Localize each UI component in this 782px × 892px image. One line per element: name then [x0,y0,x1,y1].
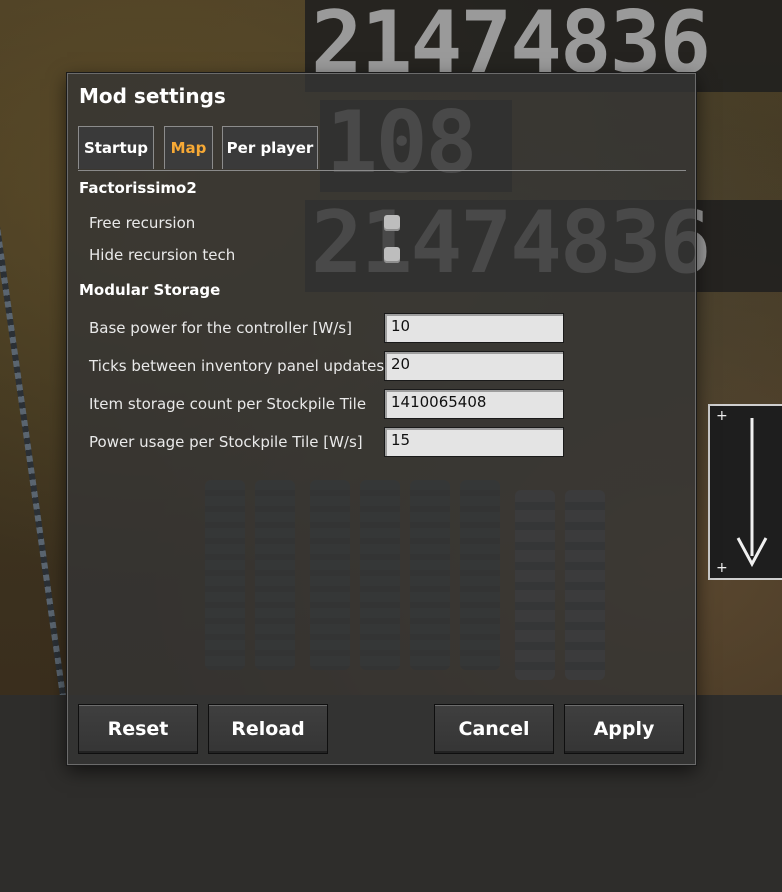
hide-recursion-tech-checkbox[interactable] [384,247,400,263]
section-title-factorissimo2: Factorissimo2 [79,179,197,197]
item-storage-count-input[interactable]: 1410065408 [384,389,564,419]
apply-button[interactable]: Apply [564,704,684,754]
tab-startup-label: Startup [83,139,149,157]
cancel-button[interactable]: Cancel [434,704,554,754]
tab-startup[interactable]: Startup [78,126,154,169]
hide-recursion-tech-label: Hide recursion tech [89,246,236,264]
tab-per-player[interactable]: Per player [222,126,318,169]
ticks-between-updates-label: Ticks between inventory panel updates [89,357,385,375]
tab-per-player-label: Per player [226,139,314,157]
direction-indicator: + + [708,404,782,580]
free-recursion-label: Free recursion [89,214,196,232]
ticks-between-updates-input[interactable]: 20 [384,351,564,381]
apply-button-label: Apply [593,718,655,740]
tab-map-label: Map [170,139,207,157]
power-usage-label: Power usage per Stockpile Tile [W/s] [89,433,363,451]
down-arrow-icon: + + [716,408,768,576]
svg-text:+: + [716,560,728,576]
free-recursion-checkbox[interactable] [384,215,400,231]
belt-line [0,182,67,695]
svg-text:+: + [716,408,728,424]
tab-map[interactable]: Map [164,126,213,169]
base-power-label: Base power for the controller [W/s] [89,319,352,337]
reload-button-label: Reload [231,718,305,740]
power-usage-input[interactable]: 15 [384,427,564,457]
dialog-title: Mod settings [79,84,226,108]
cancel-button-label: Cancel [458,718,530,740]
mod-settings-dialog: Mod settings Startup Map Per player Fact… [67,73,696,765]
base-power-input[interactable]: 10 [384,313,564,343]
tab-bar: Startup Map Per player [78,126,686,171]
reload-button[interactable]: Reload [208,704,328,754]
reset-button[interactable]: Reset [78,704,198,754]
section-title-modular-storage: Modular Storage [79,281,221,299]
item-storage-count-label: Item storage count per Stockpile Tile [89,395,367,413]
reset-button-label: Reset [107,718,169,740]
